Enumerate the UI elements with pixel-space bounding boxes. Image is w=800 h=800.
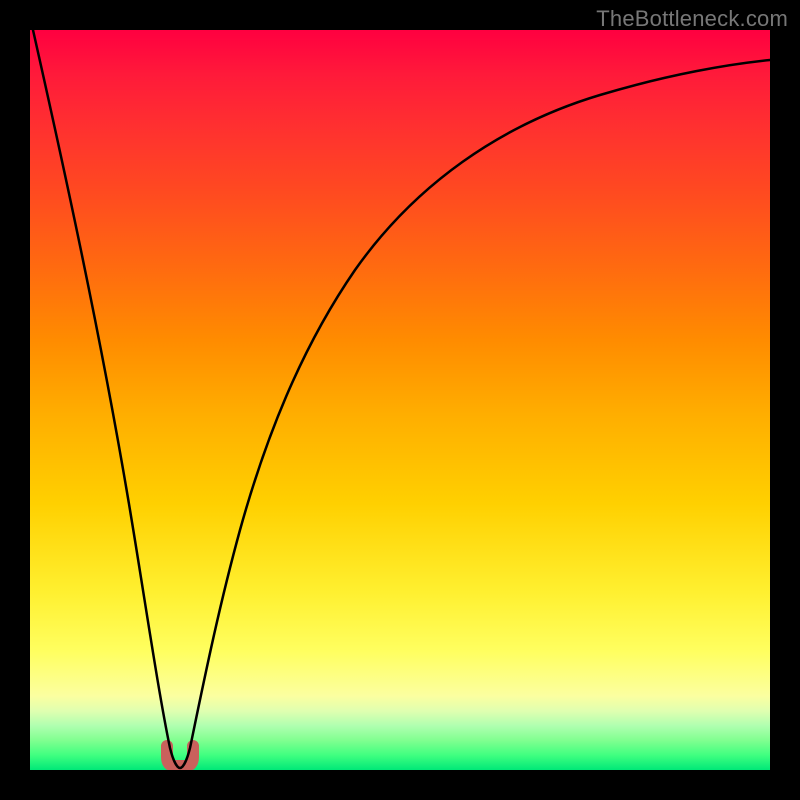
curve-layer — [30, 30, 770, 770]
chart-frame: TheBottleneck.com — [0, 0, 800, 800]
watermark-text: TheBottleneck.com — [596, 6, 788, 32]
bottleneck-curve — [33, 30, 770, 768]
plot-area — [30, 30, 770, 770]
